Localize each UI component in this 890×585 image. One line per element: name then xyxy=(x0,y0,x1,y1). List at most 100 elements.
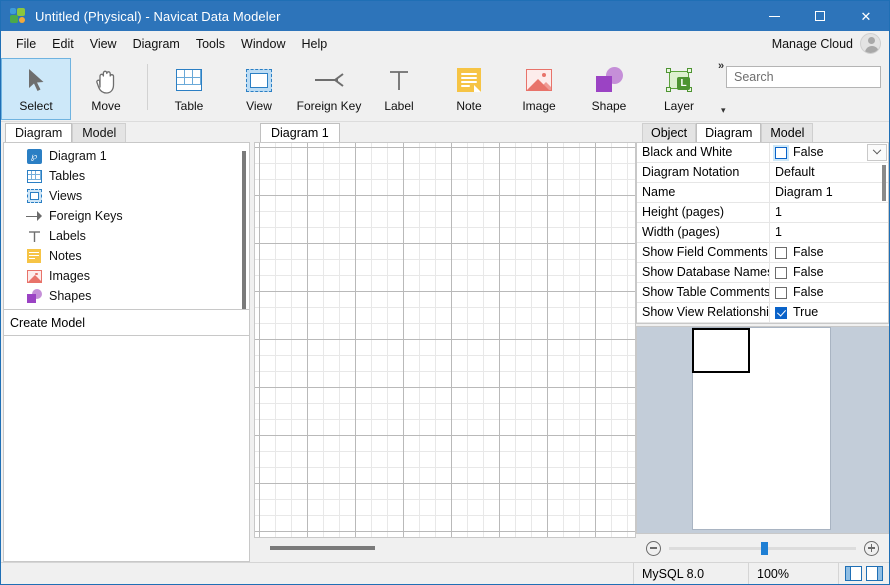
left-panel-toggle-icon[interactable] xyxy=(845,566,862,581)
checkbox-icon[interactable] xyxy=(775,306,787,319)
minimap-viewport[interactable] xyxy=(692,328,750,373)
menu-edit[interactable]: Edit xyxy=(44,34,82,54)
right-panel: Object Diagram Model Black and White Fal… xyxy=(636,122,889,562)
chevron-down-icon[interactable] xyxy=(867,144,887,161)
search-input[interactable] xyxy=(734,70,890,84)
checkbox-icon[interactable] xyxy=(775,246,787,259)
tool-note[interactable]: Note xyxy=(434,58,504,120)
property-row[interactable]: Show Field Comments False xyxy=(637,243,888,263)
diagram-tabs: Diagram 1 xyxy=(252,122,636,142)
tool-select-label: Select xyxy=(19,99,53,113)
property-value[interactable]: Default xyxy=(770,163,888,182)
close-button[interactable]: ✕ xyxy=(843,1,889,31)
property-row[interactable]: Show Database Names False xyxy=(637,263,888,283)
tool-label[interactable]: Label xyxy=(364,58,434,120)
tree-item-diagram-1[interactable]: ℘ Diagram 1 xyxy=(4,146,249,166)
tool-view[interactable]: View xyxy=(224,58,294,120)
status-zoom: 100% xyxy=(748,563,838,584)
property-value[interactable]: False xyxy=(770,283,888,302)
property-value[interactable]: 1 xyxy=(770,223,888,242)
right-panel-toggle-icon[interactable] xyxy=(866,566,883,581)
tool-layer[interactable]: L Layer xyxy=(644,58,714,120)
tree-item-layers[interactable]: L Layers xyxy=(4,306,249,309)
properties-vertical-scrollbar[interactable] xyxy=(882,165,886,201)
property-row[interactable]: Show Table Comments False xyxy=(637,283,888,303)
tree-item-images[interactable]: Images xyxy=(4,266,249,286)
label-icon xyxy=(26,228,42,244)
menu-bar: File Edit View Diagram Tools Window Help… xyxy=(1,31,889,56)
property-name: Height (pages) xyxy=(637,203,770,222)
chevron-down-icon[interactable]: ▾ xyxy=(721,105,726,116)
tree-item-views[interactable]: Views xyxy=(4,186,249,206)
hand-icon xyxy=(93,65,119,95)
search-box[interactable] xyxy=(726,66,890,88)
menu-help[interactable]: Help xyxy=(293,34,335,54)
property-value[interactable]: 1 xyxy=(770,203,888,222)
cursor-icon xyxy=(27,65,46,95)
menu-diagram[interactable]: Diagram xyxy=(125,34,188,54)
property-value[interactable]: Diagram 1 xyxy=(770,183,888,202)
chevron-double-right-icon[interactable]: » xyxy=(718,60,724,72)
tool-select[interactable]: Select xyxy=(1,58,71,120)
user-avatar-icon[interactable] xyxy=(860,33,881,54)
diagram-tab-1[interactable]: Diagram 1 xyxy=(260,123,340,142)
object-tree: ℘ Diagram 1 Tables Views Foreign Keys La… xyxy=(3,142,250,310)
tab-diagram[interactable]: Diagram xyxy=(5,123,73,142)
minimize-button[interactable] xyxy=(751,1,797,31)
property-value[interactable]: True xyxy=(770,303,888,322)
zoom-slider-row xyxy=(636,534,889,562)
tree-item-labels[interactable]: Labels xyxy=(4,226,249,246)
status-spacer xyxy=(1,563,633,584)
tree-item-tables[interactable]: Tables xyxy=(4,166,249,186)
property-row[interactable]: Name Diagram 1 xyxy=(637,183,888,203)
property-name: Show Database Names xyxy=(637,263,770,282)
tool-table[interactable]: Table xyxy=(154,58,224,120)
property-row[interactable]: Show View Relationships True xyxy=(637,303,888,323)
diagram-canvas[interactable] xyxy=(254,142,636,538)
tool-image[interactable]: Image xyxy=(504,58,574,120)
property-row[interactable]: Diagram Notation Default xyxy=(637,163,888,183)
foreign-key-icon xyxy=(314,65,344,95)
tab-model-properties[interactable]: Model xyxy=(761,123,814,142)
property-row[interactable]: Width (pages) 1 xyxy=(637,223,888,243)
zoom-in-icon[interactable] xyxy=(864,540,879,556)
zoom-out-icon[interactable] xyxy=(646,540,661,556)
tab-diagram-properties[interactable]: Diagram xyxy=(696,123,762,142)
property-value[interactable]: False xyxy=(770,143,888,162)
property-name: Width (pages) xyxy=(637,223,770,242)
shape-icon xyxy=(595,65,623,95)
minimap[interactable] xyxy=(636,326,889,534)
property-name: Show View Relationships xyxy=(637,303,770,322)
checkbox-icon[interactable] xyxy=(775,146,787,159)
create-model-button[interactable]: Create Model xyxy=(3,310,250,336)
property-row[interactable]: Black and White False xyxy=(637,143,888,163)
property-row[interactable]: Height (pages) 1 xyxy=(637,203,888,223)
property-value[interactable]: False xyxy=(770,263,888,282)
tab-object[interactable]: Object xyxy=(642,123,697,142)
menu-view[interactable]: View xyxy=(82,34,125,54)
scrollbar-thumb[interactable] xyxy=(270,546,375,550)
tab-model[interactable]: Model xyxy=(72,123,127,142)
tool-move[interactable]: Move xyxy=(71,58,141,120)
property-value[interactable]: False xyxy=(770,243,888,262)
tool-view-label: View xyxy=(246,99,272,113)
menu-file[interactable]: File xyxy=(8,34,44,54)
tool-foreign-key[interactable]: Foreign Key xyxy=(294,58,364,120)
checkbox-icon[interactable] xyxy=(775,266,787,279)
tree-item-foreign-keys[interactable]: Foreign Keys xyxy=(4,206,249,226)
property-value-text: False xyxy=(793,285,824,299)
tree-vertical-scrollbar[interactable] xyxy=(242,151,246,309)
manage-cloud[interactable]: Manage Cloud xyxy=(772,31,881,56)
property-value-text: 1 xyxy=(775,225,782,239)
tree-item-shapes[interactable]: Shapes xyxy=(4,286,249,306)
zoom-slider-track[interactable] xyxy=(669,541,856,555)
checkbox-icon[interactable] xyxy=(775,286,787,299)
maximize-button[interactable] xyxy=(797,1,843,31)
tool-shape[interactable]: Shape xyxy=(574,58,644,120)
canvas-horizontal-scrollbar[interactable] xyxy=(252,538,636,562)
tree-item-label: Images xyxy=(49,269,90,283)
menu-window[interactable]: Window xyxy=(233,34,293,54)
menu-tools[interactable]: Tools xyxy=(188,34,233,54)
tree-item-notes[interactable]: Notes xyxy=(4,246,249,266)
zoom-slider-thumb[interactable] xyxy=(760,541,768,555)
